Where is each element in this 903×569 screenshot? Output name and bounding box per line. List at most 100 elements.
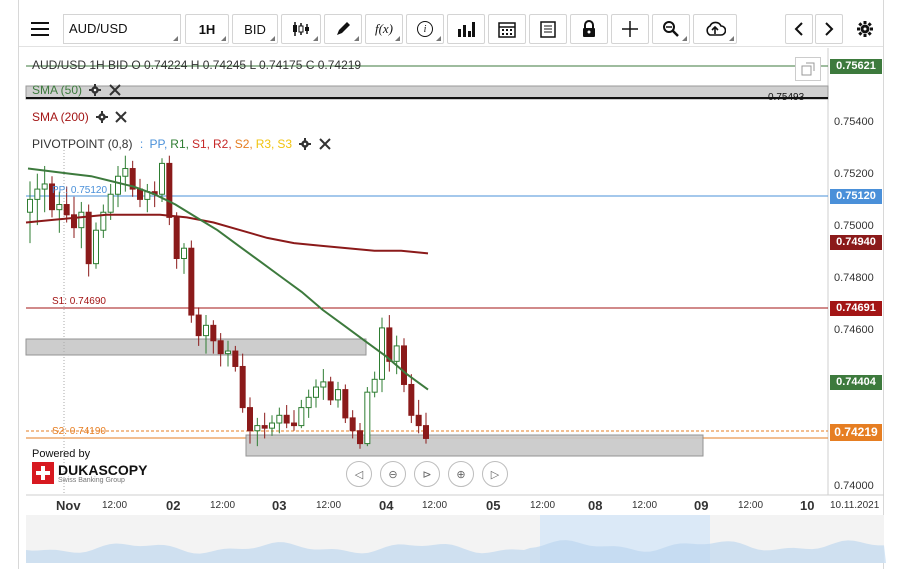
pivot-close-icon[interactable] bbox=[319, 138, 331, 150]
candle-body bbox=[93, 229, 99, 265]
x-tick-label: 02 bbox=[166, 498, 181, 513]
swiss-cross-logo bbox=[32, 462, 54, 484]
x-tick-label: 10.11.2021 bbox=[830, 500, 880, 511]
popout-icon bbox=[801, 62, 815, 76]
powered-by-label: Powered by bbox=[32, 448, 91, 460]
x-tick-label: 12:00 bbox=[530, 500, 556, 511]
candle-body bbox=[291, 422, 297, 427]
candle-body bbox=[320, 381, 327, 388]
pivot-item-s1: S1, bbox=[191, 137, 210, 151]
candle-body bbox=[313, 386, 319, 398]
x-tick-label: 12:00 bbox=[210, 500, 236, 511]
candle-body bbox=[408, 383, 415, 416]
pivot-item-r3: R3, bbox=[255, 137, 275, 151]
candle-body bbox=[181, 247, 187, 260]
candle-body bbox=[122, 168, 129, 177]
pivot-settings-icon[interactable] bbox=[299, 138, 312, 150]
zoom-in-icon: ⊕ bbox=[456, 468, 466, 481]
candle-body bbox=[276, 414, 283, 424]
candle-body bbox=[27, 198, 33, 213]
candle-body bbox=[217, 340, 224, 355]
y-tick-label: 0.74000 bbox=[834, 480, 874, 492]
s2-level-label: S2: 0.74190 bbox=[52, 426, 106, 437]
candle-body bbox=[305, 396, 312, 409]
band-value-label: 0.75493 bbox=[768, 92, 805, 103]
brand-tagline: Swiss Banking Group bbox=[58, 476, 125, 484]
sma200-close-icon[interactable] bbox=[115, 111, 128, 123]
pivot-item-pp: PP, bbox=[149, 137, 168, 151]
candle-body bbox=[254, 425, 261, 432]
candle-body bbox=[283, 414, 290, 424]
x-tick-label: Nov bbox=[56, 498, 81, 513]
candle-body bbox=[364, 391, 371, 445]
x-tick-label: 03 bbox=[272, 498, 287, 513]
candle-body bbox=[401, 345, 407, 385]
candle-body bbox=[41, 183, 48, 190]
candle-body bbox=[166, 162, 173, 218]
last-price-tag: 0.74219 bbox=[830, 424, 882, 441]
x-tick-label: 12:00 bbox=[422, 500, 448, 511]
pivot-item-s2: S2, bbox=[234, 137, 253, 151]
candle-body bbox=[357, 430, 363, 445]
candle-body bbox=[78, 211, 85, 229]
zoom-in-button[interactable]: ⊕ bbox=[448, 461, 474, 487]
s1-price-tag: 0.74691 bbox=[830, 301, 882, 316]
sma50-close-icon[interactable] bbox=[108, 84, 121, 96]
y-tick-label: 0.75400 bbox=[834, 116, 874, 128]
pp-level-label: PP: 0.75120 bbox=[52, 185, 108, 196]
branding: Powered by DUKASCOPY Swiss Banking Group bbox=[32, 448, 147, 484]
candle-body bbox=[115, 175, 121, 195]
r1-price-tag: 0.75621 bbox=[830, 59, 882, 74]
sma200-settings-icon[interactable] bbox=[96, 111, 109, 123]
candle-body bbox=[269, 422, 275, 429]
demand-zone bbox=[245, 434, 704, 457]
x-tick-label: 05 bbox=[486, 498, 501, 513]
pivot-item-s3: S3 bbox=[277, 137, 293, 151]
x-tick-label: 10 bbox=[800, 498, 815, 513]
candle-body bbox=[335, 389, 341, 401]
ohlc-legend: AUD/USD 1H BID O 0.74224 H 0.74245 L 0.7… bbox=[32, 58, 362, 72]
triangle-right-icon: ▷ bbox=[490, 468, 500, 481]
zoom-out-icon: ⊖ bbox=[388, 468, 398, 481]
candle-body bbox=[225, 350, 231, 355]
candle-body bbox=[195, 314, 202, 337]
pivot-legend-label: PIVOTPOINT (0,8) bbox=[32, 137, 133, 151]
candle-body bbox=[247, 407, 253, 432]
zoom-out-button[interactable]: ⊖ bbox=[380, 461, 406, 487]
candle-body bbox=[63, 204, 70, 216]
reset-icon: ⊳ bbox=[422, 468, 432, 481]
sma50-legend-label: SMA (50) bbox=[32, 83, 83, 97]
candle-body bbox=[210, 324, 217, 342]
pivot-items: PP, R1, S1, R2, S2, R3, S3 bbox=[147, 137, 293, 151]
candle-body bbox=[85, 211, 92, 265]
candle-body bbox=[107, 193, 114, 213]
candle-body bbox=[71, 214, 77, 229]
pivot-item-r1: R1, bbox=[170, 137, 189, 151]
expand-chart-button[interactable] bbox=[795, 57, 821, 81]
candle-body bbox=[349, 417, 356, 432]
candle-body bbox=[342, 389, 349, 419]
s1-level-label: S1: 0.74690 bbox=[52, 296, 106, 307]
candle-body bbox=[239, 365, 246, 409]
candle-body bbox=[298, 407, 305, 427]
brand-name: DUKASCOPY bbox=[58, 461, 148, 478]
candle-body bbox=[261, 425, 268, 429]
reset-view-button[interactable]: ⊳ bbox=[414, 461, 440, 487]
pan-right-button[interactable]: ▷ bbox=[482, 461, 508, 487]
sma50-price-tag: 0.74404 bbox=[830, 375, 882, 390]
support-zone bbox=[25, 338, 367, 356]
candle-body bbox=[56, 204, 63, 211]
pan-left-button[interactable]: ◁ bbox=[346, 461, 372, 487]
candle-body bbox=[415, 414, 422, 427]
x-tick-label: 09 bbox=[694, 498, 709, 513]
pivot-item-r2: R2, bbox=[213, 137, 232, 151]
sma50-settings-icon[interactable] bbox=[89, 84, 102, 96]
pivot-legend: PIVOTPOINT (0,8) : PP, R1, S1, R2, S2, R3, S3 bbox=[32, 137, 331, 151]
candle-body bbox=[188, 247, 195, 316]
y-tick-label: 0.74800 bbox=[834, 272, 874, 284]
y-tick-label: 0.74600 bbox=[834, 324, 874, 336]
chart-app: AUD/USD 1H BID f(x) i AUD/USD 1H BID O 0… bbox=[0, 0, 903, 569]
y-tick-label: 0.75200 bbox=[834, 168, 874, 180]
candle-body bbox=[371, 378, 378, 393]
candle-body bbox=[386, 327, 393, 362]
